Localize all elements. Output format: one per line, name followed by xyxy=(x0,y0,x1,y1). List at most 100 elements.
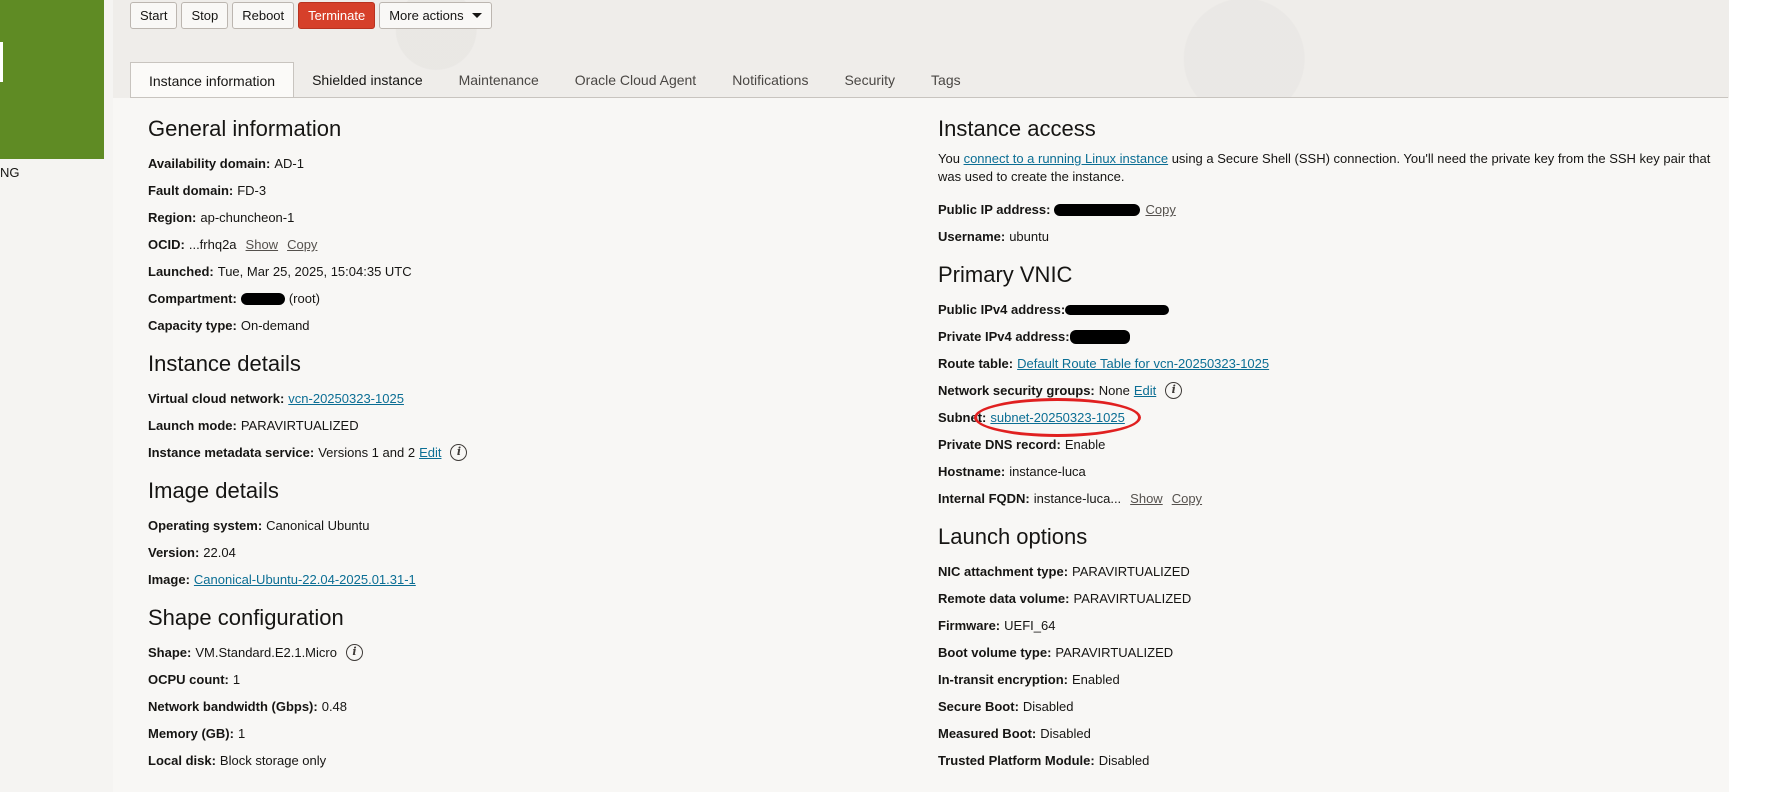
redacted-private-ipv4 xyxy=(1069,329,1130,344)
field-label: Local disk: xyxy=(148,753,216,768)
section-title: Primary VNIC xyxy=(938,262,1073,287)
field-label: Internal FQDN: xyxy=(938,491,1030,506)
field-label: Compartment: xyxy=(148,291,237,306)
tab-maintenance[interactable]: Maintenance xyxy=(441,62,557,98)
field-value: Versions 1 and 2 xyxy=(318,445,416,460)
field-label: Instance metadata service: xyxy=(148,445,315,460)
intro-text-start: You xyxy=(938,151,964,166)
ocid-copy-link[interactable]: Copy xyxy=(287,231,317,258)
availability-domain-row: Availability domain: AD-1 xyxy=(148,150,908,177)
image-link[interactable]: Canonical-Ubuntu-22.04-2025.01.31-1 xyxy=(194,566,416,593)
local-disk-row: Local disk: Block storage only xyxy=(148,747,908,774)
field-label: Launch mode: xyxy=(148,418,237,433)
terminate-button[interactable]: Terminate xyxy=(298,2,376,29)
ocid-show-link[interactable]: Show xyxy=(246,231,279,258)
caret-down-icon xyxy=(471,13,482,18)
more-actions-label: More actions xyxy=(389,8,464,23)
tab-shielded-instance[interactable]: Shielded instance xyxy=(294,62,441,98)
public-ip-copy-link[interactable]: Copy xyxy=(1145,196,1175,223)
field-label: OCID: xyxy=(148,237,185,252)
field-label: Hostname: xyxy=(938,464,1006,479)
field-label: NIC attachment type: xyxy=(938,564,1069,579)
field-value: instance-luca... xyxy=(1033,491,1122,506)
compartment-row: Compartment: (root) xyxy=(148,285,908,312)
more-actions-button[interactable]: More actions xyxy=(379,2,492,29)
tab-security[interactable]: Security xyxy=(826,62,913,98)
connect-linux-link[interactable]: connect to a running Linux instance xyxy=(964,151,1169,166)
field-value: Tue, Mar 25, 2025, 15:04:35 UTC xyxy=(217,264,412,279)
shape-row: Shape: VM.Standard.E2.1.Micro i xyxy=(148,639,908,666)
ocid-row: OCID: ...frhq2a Show Copy xyxy=(148,231,908,258)
field-label: Measured Boot: xyxy=(938,726,1037,741)
field-value: 1 xyxy=(232,672,241,687)
instance-status-tile xyxy=(0,0,104,159)
tab-notifications[interactable]: Notifications xyxy=(714,62,826,98)
field-value: 0.48 xyxy=(321,699,348,714)
section-title: Shape configuration xyxy=(148,605,344,630)
hostname-row: Hostname: instance-luca xyxy=(938,458,1718,485)
private-dns-row: Private DNS record: Enable xyxy=(938,431,1718,458)
reboot-button[interactable]: Reboot xyxy=(232,2,295,29)
field-value: 22.04 xyxy=(203,545,236,560)
field-label: Private IPv4 address: xyxy=(938,329,1070,344)
info-icon[interactable]: i xyxy=(1165,382,1183,399)
subnet-row: Subnet: subnet-20250323-1025 xyxy=(938,404,1718,431)
field-label: Region: xyxy=(148,210,197,225)
field-label: Launched: xyxy=(148,264,214,279)
image-row: Image: Canonical-Ubuntu-22.04-2025.01.31… xyxy=(148,566,908,593)
fqdn-copy-link[interactable]: Copy xyxy=(1172,485,1202,512)
instance-status-label: NG xyxy=(0,165,20,180)
section-title: Launch options xyxy=(938,524,1088,549)
field-label: Operating system: xyxy=(148,518,263,533)
stop-button[interactable]: Stop xyxy=(181,2,229,29)
section-title: Instance access xyxy=(938,116,1096,141)
subnet-link[interactable]: subnet-20250323-1025 xyxy=(990,404,1124,431)
field-label: Capacity type: xyxy=(148,318,237,333)
instance-details-section: Instance details Virtual cloud network: … xyxy=(148,351,908,466)
section-title: General information xyxy=(148,116,342,141)
info-icon[interactable]: i xyxy=(450,444,468,461)
left-column: General information Availability domain:… xyxy=(148,104,908,786)
redacted-public-ipv4 xyxy=(1065,304,1170,315)
field-value: AD-1 xyxy=(274,156,304,171)
metadata-edit-link[interactable]: Edit xyxy=(419,439,441,466)
field-label: Image: xyxy=(148,572,190,587)
redacted-compartment xyxy=(240,292,285,305)
field-label: In-transit encryption: xyxy=(938,672,1069,687)
secure-boot-row: Secure Boot: Disabled xyxy=(938,693,1718,720)
info-icon[interactable]: i xyxy=(345,644,363,661)
private-ipv4-row: Private IPv4 address: xyxy=(938,323,1718,350)
capacity-type-row: Capacity type: On-demand xyxy=(148,312,908,339)
field-label: Username: xyxy=(938,229,1006,244)
field-value: ap-chuncheon-1 xyxy=(200,210,295,225)
route-table-row: Route table: Default Route Table for vcn… xyxy=(938,350,1718,377)
tab-instance-information[interactable]: Instance information xyxy=(130,62,295,98)
field-label: Memory (GB): xyxy=(148,726,234,741)
tpm-row: Trusted Platform Module: Disabled xyxy=(938,747,1718,774)
field-label: Remote data volume: xyxy=(938,591,1070,606)
nsg-edit-link[interactable]: Edit xyxy=(1134,377,1156,404)
vcn-link[interactable]: vcn-20250323-1025 xyxy=(288,385,404,412)
start-button[interactable]: Start xyxy=(130,2,178,29)
firmware-row: Firmware: UEFI_64 xyxy=(938,612,1718,639)
field-label: Secure Boot: xyxy=(938,699,1019,714)
tab-tags[interactable]: Tags xyxy=(913,62,979,98)
field-label: Firmware: xyxy=(938,618,1001,633)
fqdn-show-link[interactable]: Show xyxy=(1130,485,1163,512)
section-title: Instance details xyxy=(148,351,301,376)
measured-boot-row: Measured Boot: Disabled xyxy=(938,720,1718,747)
route-table-link[interactable]: Default Route Table for vcn-20250323-102… xyxy=(1017,350,1269,377)
launched-row: Launched: Tue, Mar 25, 2025, 15:04:35 UT… xyxy=(148,258,908,285)
field-label: Availability domain: xyxy=(148,156,271,171)
public-ipv4-row: Public IPv4 address: xyxy=(938,296,1718,323)
version-row: Version: 22.04 xyxy=(148,539,908,566)
metadata-service-row: Instance metadata service: Versions 1 an… xyxy=(148,439,908,466)
primary-vnic-section: Primary VNIC Public IPv4 address: Privat… xyxy=(938,262,1718,512)
tab-oracle-cloud-agent[interactable]: Oracle Cloud Agent xyxy=(557,62,714,98)
redacted-public-ip xyxy=(1054,203,1141,216)
field-value: Disabled xyxy=(1022,699,1074,714)
field-label: Shape: xyxy=(148,645,192,660)
field-label: Public IP address: xyxy=(938,202,1051,217)
field-value: Disabled xyxy=(1098,753,1150,768)
field-label: Trusted Platform Module: xyxy=(938,753,1095,768)
